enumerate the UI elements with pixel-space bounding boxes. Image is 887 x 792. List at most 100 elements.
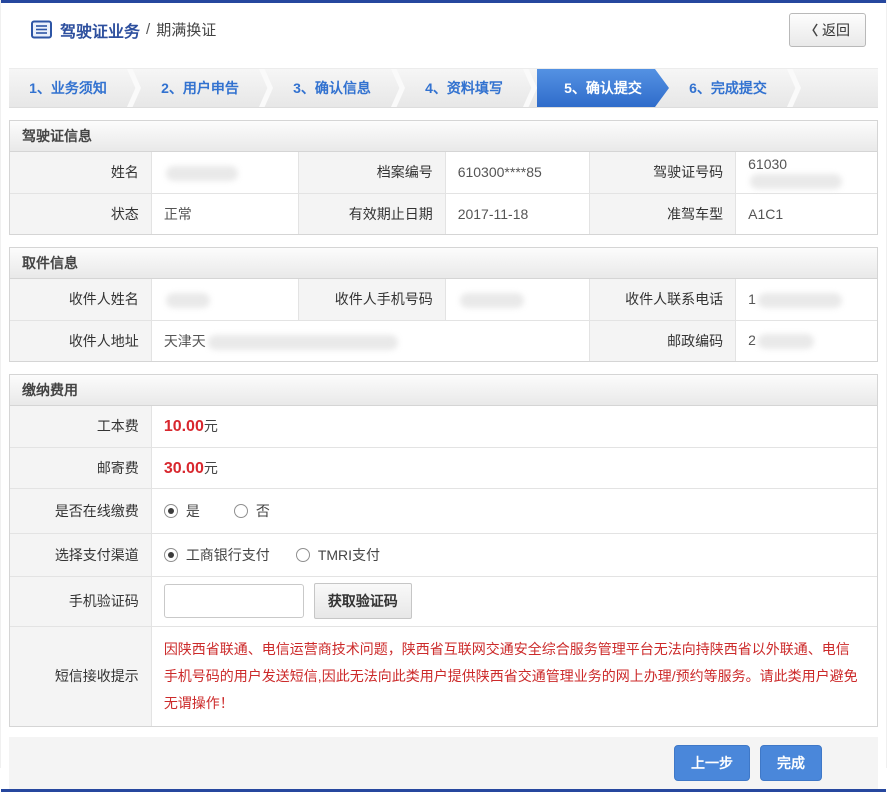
sms-code-cell: 获取验证码 — [150, 575, 877, 627]
step-4-fill-data: 4、资料填写 — [425, 80, 503, 96]
back-button[interactable]: 〈 返回 — [788, 12, 866, 47]
pay-online-options: 是 否 — [150, 487, 877, 534]
step-separator — [787, 69, 801, 107]
redacted-value — [165, 292, 210, 308]
table-row: 收件人姓名 收件人手机号码 收件人联系电话 1 — [10, 279, 877, 321]
page-title: 驾驶证业务 — [60, 23, 141, 41]
fee-unit: 元 — [203, 459, 218, 476]
payment-channel-options: 工商银行支付 TMRI支付 — [150, 532, 877, 577]
fee-unit: 元 — [203, 418, 218, 435]
sms-notice-cell: 因陕西省联通、电信运营商技术问题，陕西省互联网交通安全综合服务管理平台无法向持陕… — [150, 625, 877, 726]
field-label-mailing-fee: 邮寄费 — [10, 446, 152, 489]
field-value-license-number: 61030 — [735, 152, 877, 194]
step-separator — [127, 69, 141, 107]
radio-label: TMRI支付 — [317, 546, 381, 563]
field-value-expiry-date: 2017-11-18 — [444, 192, 590, 234]
radio-option-yes[interactable]: 是 — [163, 501, 200, 521]
radio-checked-icon[interactable] — [163, 547, 178, 562]
page-header: 驾驶证业务 / 期满换证 〈 返回 — [1, 3, 886, 56]
pickup-info-section: 取件信息 收件人姓名 收件人手机号码 收件人联系电话 1 收件人地址 天津天 邮… — [9, 247, 878, 362]
table-row: 手机验证码 获取验证码 — [10, 575, 877, 627]
field-value-file-number: 610300****85 — [444, 152, 590, 194]
redacted-value — [757, 292, 842, 308]
payment-fee-table: 工本费 10.00元 邮寄费 30.00元 是否在线缴费 是 否 选择支付渠道 … — [10, 406, 877, 726]
step-separator — [391, 69, 405, 107]
field-label-name: 姓名 — [10, 152, 152, 194]
back-button-label: 返回 — [822, 21, 850, 38]
field-label-vehicle-class: 准驾车型 — [588, 192, 737, 234]
step-5-confirm-submit-active: 5、确认提交 — [537, 69, 669, 107]
redacted-value — [207, 334, 398, 350]
step-3-confirm-info: 3、确认信息 — [293, 80, 371, 96]
table-row: 状态 正常 有效期止日期 2017-11-18 准驾车型 A1C1 — [10, 192, 877, 234]
radio-unchecked-icon[interactable] — [233, 503, 248, 518]
field-value-postal-code: 2 — [735, 319, 877, 361]
radio-checked-icon[interactable] — [163, 503, 178, 518]
payment-section-title: 缴纳费用 — [10, 375, 877, 406]
field-label-sms-notice: 短信接收提示 — [10, 625, 152, 726]
field-label-recipient-phone: 收件人联系电话 — [588, 279, 737, 321]
step-separator — [259, 69, 273, 107]
bottom-border — [1, 788, 886, 792]
step-1-business-notice: 1、业务须知 — [29, 80, 107, 96]
redacted-value — [750, 173, 843, 189]
field-label-status: 状态 — [10, 192, 152, 234]
radio-option-no[interactable]: 否 — [233, 501, 270, 521]
field-label-recipient-address: 收件人地址 — [10, 319, 152, 361]
step-2-user-declaration: 2、用户申告 — [161, 80, 239, 96]
field-label-file-number: 档案编号 — [298, 152, 446, 194]
field-label-recipient-mobile: 收件人手机号码 — [298, 279, 446, 321]
prev-step-button[interactable]: 上一步 — [674, 744, 750, 781]
table-row: 收件人地址 天津天 邮政编码 2 — [10, 319, 877, 361]
step-6-complete-submit: 6、完成提交 — [689, 80, 767, 96]
step-separator — [523, 69, 537, 107]
payment-fee-section: 缴纳费用 工本费 10.00元 邮寄费 30.00元 是否在线缴费 是 否 选择… — [9, 374, 878, 727]
field-label-production-fee: 工本费 — [10, 406, 152, 448]
sms-notice-text: 因陕西省联通、电信运营商技术问题，陕西省互联网交通安全综合服务管理平台无法向持陕… — [163, 640, 858, 711]
step-progress-bar: 1、业务须知 2、用户申告 3、确认信息 4、资料填写 5、确认提交 6、完成提… — [9, 68, 878, 108]
field-label-expiry-date: 有效期止日期 — [298, 192, 446, 234]
redacted-value — [757, 334, 814, 350]
footer-action-bar: 上一步 完成 — [9, 736, 878, 789]
field-label-postal-code: 邮政编码 — [588, 319, 737, 361]
license-info-section: 驾驶证信息 姓名 档案编号 610300****85 驾驶证号码 61030 状… — [9, 120, 878, 235]
back-chevron-icon: 〈 — [804, 23, 818, 38]
table-row: 工本费 10.00元 — [10, 406, 877, 448]
radio-label: 工商银行支付 — [185, 546, 270, 563]
breadcrumb-current: 期满换证 — [156, 22, 217, 39]
table-row: 邮寄费 30.00元 — [10, 446, 877, 489]
breadcrumb-separator: / — [146, 21, 151, 38]
field-label-pay-online: 是否在线缴费 — [10, 487, 152, 534]
field-value-recipient-phone: 1 — [735, 279, 877, 321]
radio-unchecked-icon[interactable] — [295, 547, 310, 562]
list-icon — [31, 20, 52, 39]
radio-label: 是 — [185, 502, 200, 519]
fee-amount: 30.00 — [163, 459, 204, 477]
field-value-name — [150, 152, 300, 194]
step-bar-tail — [801, 69, 878, 107]
license-section-title: 驾驶证信息 — [10, 121, 877, 152]
field-value-vehicle-class: A1C1 — [735, 192, 877, 234]
radio-label: 否 — [255, 502, 270, 519]
sms-code-input[interactable] — [163, 584, 304, 618]
pickup-section-title: 取件信息 — [10, 248, 877, 279]
field-label-recipient-name: 收件人姓名 — [10, 279, 152, 321]
table-row: 是否在线缴费 是 否 — [10, 487, 877, 534]
radio-option-tmri[interactable]: TMRI支付 — [295, 545, 381, 565]
field-value-mailing-fee: 30.00元 — [150, 446, 877, 489]
pickup-info-table: 收件人姓名 收件人手机号码 收件人联系电话 1 收件人地址 天津天 邮政编码 2 — [10, 279, 877, 361]
get-code-button[interactable]: 获取验证码 — [313, 583, 412, 619]
field-value-recipient-address: 天津天 — [150, 319, 590, 361]
finish-button[interactable]: 完成 — [760, 744, 822, 781]
field-value-recipient-mobile — [444, 279, 590, 321]
field-value-recipient-name — [150, 279, 300, 321]
field-label-license-number: 驾驶证号码 — [588, 152, 737, 194]
table-row: 姓名 档案编号 610300****85 驾驶证号码 61030 — [10, 152, 877, 194]
redacted-value — [459, 292, 524, 308]
redacted-value — [165, 165, 238, 181]
table-row: 选择支付渠道 工商银行支付 TMRI支付 — [10, 532, 877, 577]
field-label-sms-code: 手机验证码 — [10, 575, 152, 627]
radio-option-icbc[interactable]: 工商银行支付 — [163, 545, 270, 565]
fee-amount: 10.00 — [163, 418, 204, 436]
field-value-status: 正常 — [150, 192, 300, 234]
